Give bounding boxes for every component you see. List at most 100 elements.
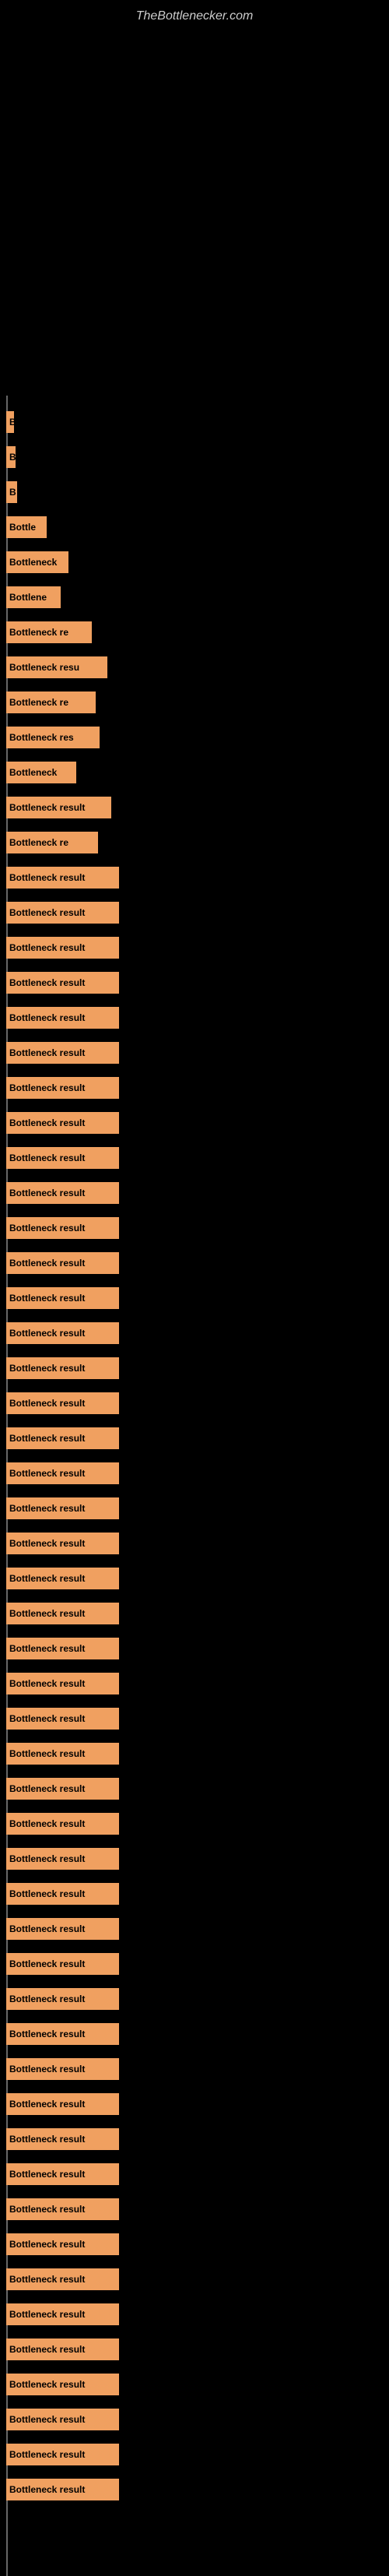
result-bar[interactable]: B [6,411,14,433]
result-bar[interactable]: Bottleneck result [6,797,111,818]
result-bar[interactable]: Bottleneck result [6,1568,119,1589]
result-bar[interactable]: Bottleneck [6,551,68,573]
result-bar[interactable]: Bottleneck resu [6,656,107,678]
result-bar[interactable]: Bottleneck result [6,2479,119,2500]
bar-container: Bottle [6,516,47,538]
bar-container: Bottleneck result [6,2093,119,2115]
result-bar[interactable]: Bottleneck result [6,1357,119,1379]
bar-container: Bottleneck result [6,1603,119,1624]
result-bar[interactable]: Bottleneck result [6,1813,119,1835]
bar-container: Bottleneck result [6,2374,119,2395]
bar-container: Bottleneck result [6,2303,119,2325]
result-bar[interactable]: Bottleneck result [6,2233,119,2255]
bar-container: Bottleneck result [6,2023,119,2045]
bar-container: Bottleneck result [6,1813,119,1835]
bar-container: Bottleneck result [6,2233,119,2255]
result-bar[interactable]: Bottleneck result [6,2338,119,2360]
result-bar[interactable]: Bottleneck result [6,1217,119,1239]
bar-container: Bottleneck result [6,867,119,889]
bar-container: Bottleneck result [6,2128,119,2150]
result-bar[interactable]: Bottleneck result [6,1287,119,1309]
result-bar[interactable]: Bottleneck result [6,972,119,994]
bar-container: Bottleneck result [6,2409,119,2430]
result-bar[interactable]: Bottleneck re [6,692,96,713]
result-bar[interactable]: Bottleneck result [6,2374,119,2395]
result-bar[interactable]: Bottleneck result [6,1427,119,1449]
result-bar[interactable]: Bottleneck result [6,2023,119,2045]
result-bar[interactable]: Bottleneck result [6,2198,119,2220]
bar-container: Bottleneck result [6,1673,119,1694]
bar-container: Bottleneck result [6,2338,119,2360]
result-bar[interactable]: Bottleneck result [6,1042,119,1064]
bar-container: Bottleneck result [6,2479,119,2500]
result-bar[interactable]: Bottleneck result [6,1673,119,1694]
result-bar[interactable]: Bottleneck result [6,1778,119,1800]
bar-container: Bottleneck result [6,1322,119,1344]
bar-container: Bottleneck resu [6,656,107,678]
result-bar[interactable]: Bottleneck result [6,1392,119,1414]
result-bar[interactable]: B [6,481,17,503]
result-bar[interactable]: Bottle [6,516,47,538]
bar-container: B [6,446,16,468]
result-bar[interactable]: Bottleneck result [6,1918,119,1940]
bar-container: Bottleneck result [6,2444,119,2465]
result-bar[interactable]: Bottleneck result [6,2128,119,2150]
result-bar[interactable]: Bottleneck res [6,727,100,748]
result-bar[interactable]: Bottleneck result [6,1182,119,1204]
result-bar[interactable]: Bottleneck result [6,1988,119,2010]
result-bar[interactable]: Bottleneck result [6,2093,119,2115]
result-bar[interactable]: Bottleneck result [6,1077,119,1099]
result-bar[interactable]: Bottleneck result [6,937,119,959]
result-bar[interactable]: Bottleneck result [6,1953,119,1975]
result-bar[interactable]: Bottleneck result [6,1743,119,1765]
result-bar[interactable]: Bottleneck result [6,902,119,924]
bar-container: Bottleneck result [6,1147,119,1169]
result-bar[interactable]: Bottleneck result [6,1708,119,1730]
bar-container: Bottleneck res [6,727,100,748]
bar-container: Bottleneck result [6,1533,119,1554]
result-bar[interactable]: Bottleneck result [6,1147,119,1169]
bar-container: B [6,481,17,503]
result-bar[interactable]: Bottleneck re [6,621,92,643]
result-bar[interactable]: Bottleneck result [6,1112,119,1134]
result-bar[interactable]: Bottleneck result [6,2268,119,2290]
bar-container: Bottleneck re [6,692,96,713]
bar-container: Bottleneck result [6,2058,119,2080]
bar-container: Bottleneck result [6,1497,119,1519]
result-bar[interactable]: Bottleneck result [6,1883,119,1905]
result-bar[interactable]: Bottleneck result [6,2409,119,2430]
result-bar[interactable]: Bottleneck result [6,1533,119,1554]
bar-container: Bottleneck result [6,1638,119,1659]
result-bar[interactable]: Bottleneck result [6,1252,119,1274]
bar-container: Bottleneck result [6,1182,119,1204]
result-bar[interactable]: Bottleneck result [6,2444,119,2465]
result-bar[interactable]: Bottleneck result [6,1638,119,1659]
bar-container: Bottleneck result [6,1427,119,1449]
bar-container: Bottleneck result [6,1568,119,1589]
bar-container: Bottleneck result [6,972,119,994]
bar-container: Bottleneck re [6,621,92,643]
result-bar[interactable]: Bottlene [6,586,61,608]
result-bar[interactable]: Bottleneck result [6,1848,119,1870]
result-bar[interactable]: Bottleneck re [6,832,98,853]
result-bar[interactable]: Bottleneck result [6,1462,119,1484]
bar-container: Bottleneck [6,551,68,573]
result-bar[interactable]: Bottleneck result [6,867,119,889]
bar-container: Bottleneck result [6,937,119,959]
result-bar[interactable]: B [6,446,16,468]
bar-container: Bottleneck result [6,1042,119,1064]
result-bar[interactable]: Bottleneck result [6,1603,119,1624]
bar-container: Bottleneck result [6,1112,119,1134]
bar-container: Bottleneck result [6,1357,119,1379]
bar-container: Bottleneck result [6,1848,119,1870]
result-bar[interactable]: Bottleneck result [6,1497,119,1519]
result-bar[interactable]: Bottleneck result [6,2303,119,2325]
result-bar[interactable]: Bottleneck [6,762,76,783]
result-bar[interactable]: Bottleneck result [6,2058,119,2080]
bar-container: Bottleneck result [6,1778,119,1800]
result-bar[interactable]: Bottleneck result [6,1322,119,1344]
result-bar[interactable]: Bottleneck result [6,1007,119,1029]
bar-container: Bottleneck result [6,2198,119,2220]
bar-container: Bottleneck result [6,1988,119,2010]
result-bar[interactable]: Bottleneck result [6,2163,119,2185]
